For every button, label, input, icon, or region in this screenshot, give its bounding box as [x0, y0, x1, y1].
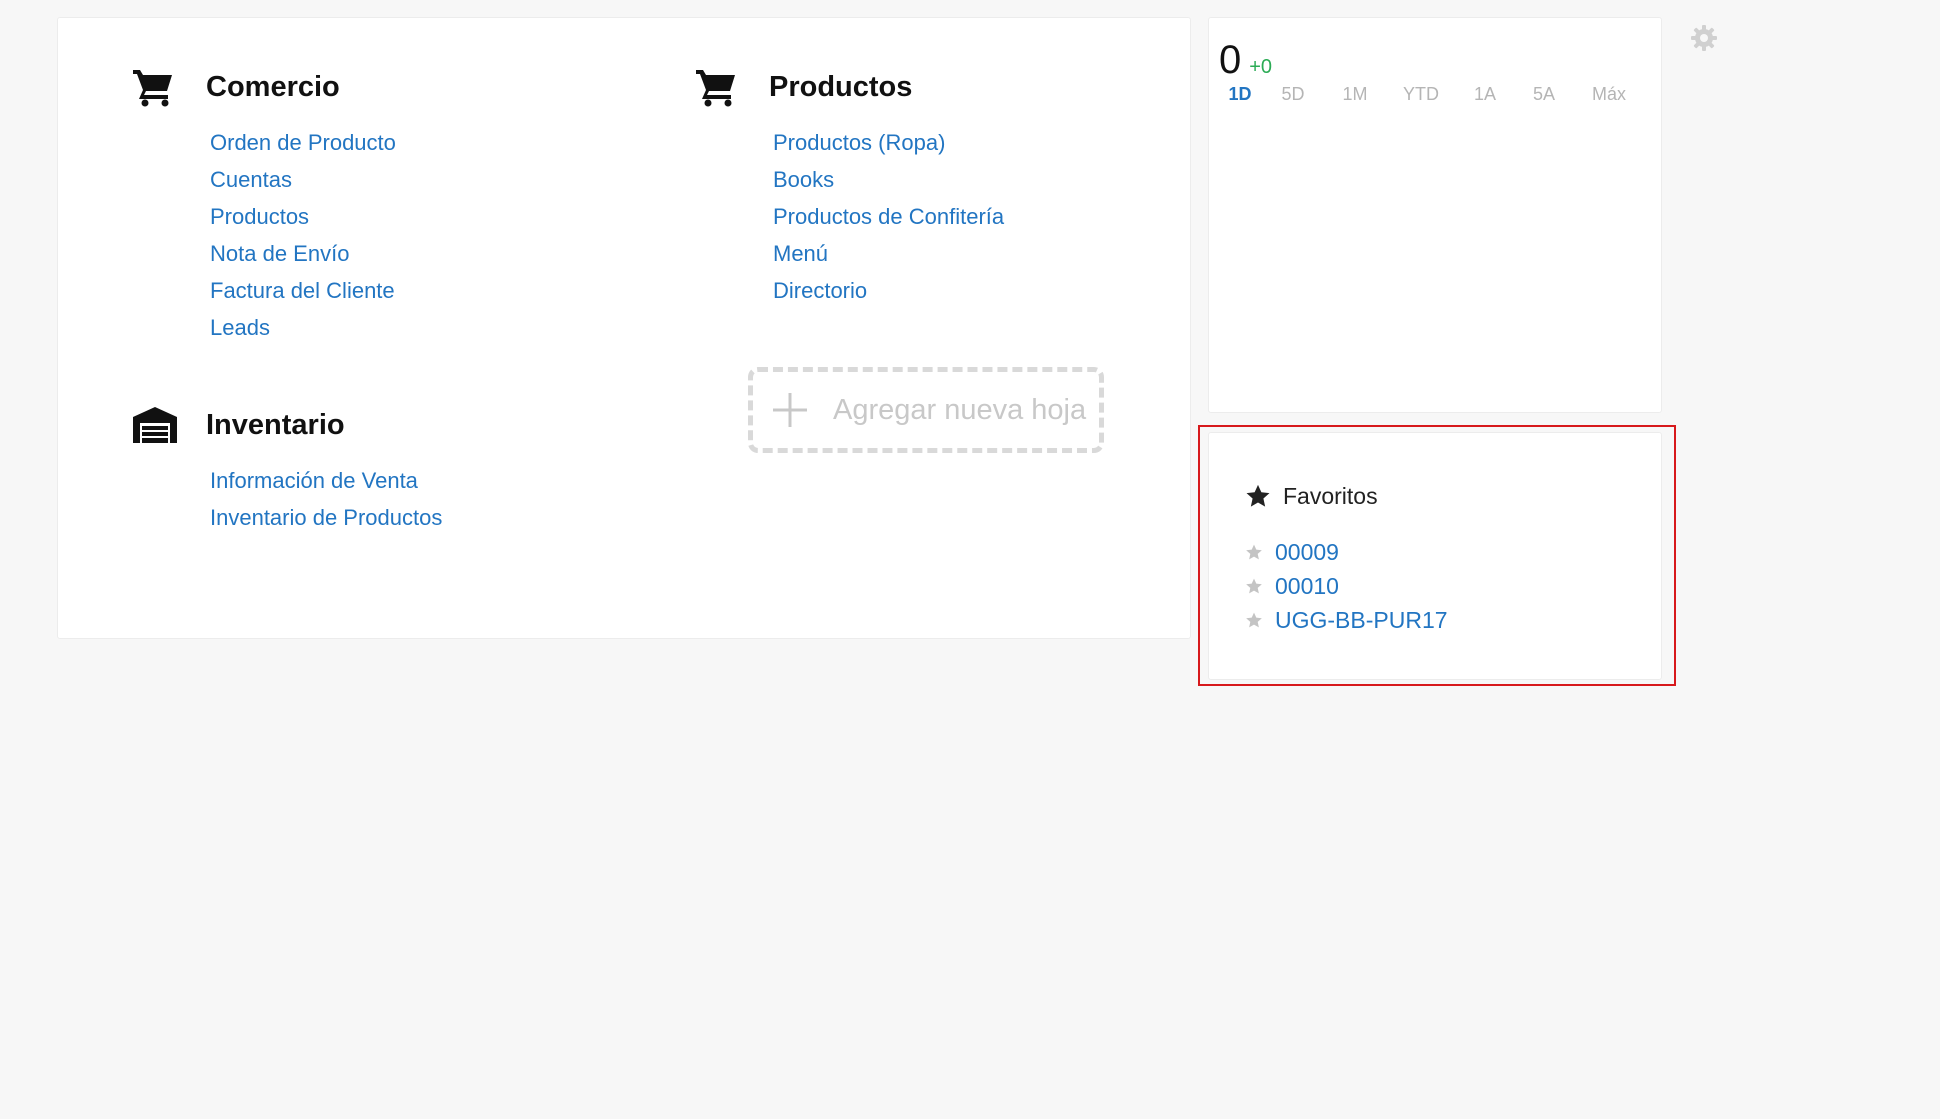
add-sheet-label: Agregar nueva hoja: [833, 393, 1087, 426]
link-informacion-de-venta[interactable]: Información de Venta: [210, 468, 418, 493]
link-list: Orden de Producto Cuentas Productos Nota…: [132, 124, 396, 346]
list-item: 00010: [1245, 569, 1448, 603]
link-productos[interactable]: Productos: [210, 204, 309, 229]
link-leads[interactable]: Leads: [210, 315, 270, 340]
warehouse-icon: [132, 400, 182, 450]
link-menu[interactable]: Menú: [773, 241, 828, 266]
range-tab-1a[interactable]: 1A: [1455, 84, 1515, 105]
link-inventario-de-productos[interactable]: Inventario de Productos: [210, 505, 442, 530]
range-tab-1m[interactable]: 1M: [1323, 84, 1387, 105]
link-books[interactable]: Books: [773, 167, 834, 192]
list-item: Books: [773, 161, 1004, 198]
link-directorio[interactable]: Directorio: [773, 278, 867, 303]
section-header: Inventario: [132, 400, 442, 450]
favorites-widget: Favoritos 00009 00010 UGG-BB-PUR17: [1208, 432, 1662, 680]
star-icon: [1246, 484, 1270, 507]
list-item: Productos (Ropa): [773, 124, 1004, 161]
link-factura-del-cliente[interactable]: Factura del Cliente: [210, 278, 395, 303]
link-list: Información de Venta Inventario de Produ…: [132, 462, 442, 536]
link-nota-de-envio[interactable]: Nota de Envío: [210, 241, 349, 266]
list-item: Directorio: [773, 272, 1004, 309]
range-tab-max[interactable]: Máx: [1573, 84, 1645, 105]
range-tabs: 1D 5D 1M YTD 1A 5A Máx: [1217, 84, 1645, 105]
list-item: Orden de Producto: [210, 124, 396, 161]
list-item: Factura del Cliente: [210, 272, 396, 309]
list-item: Nota de Envío: [210, 235, 396, 272]
link-orden-de-producto[interactable]: Orden de Producto: [210, 130, 396, 155]
list-item: Productos de Confitería: [773, 198, 1004, 235]
favorite-link[interactable]: 00009: [1275, 539, 1339, 566]
favorite-link[interactable]: UGG-BB-PUR17: [1275, 607, 1448, 634]
list-item: Productos: [210, 198, 396, 235]
range-tab-5a[interactable]: 5A: [1515, 84, 1573, 105]
link-productos-de-confiteria[interactable]: Productos de Confitería: [773, 204, 1004, 229]
plus-icon: [773, 393, 807, 427]
stock-widget: 0 +0 1D 5D 1M YTD 1A 5A Máx: [1208, 17, 1662, 413]
section-comercio: Comercio Orden de Producto Cuentas Produ…: [132, 62, 396, 346]
range-tab-1d[interactable]: 1D: [1217, 84, 1263, 105]
range-tab-5d[interactable]: 5D: [1263, 84, 1323, 105]
section-inventario: Inventario Información de Venta Inventar…: [132, 400, 442, 536]
stock-change: +0: [1249, 56, 1273, 78]
list-item: Inventario de Productos: [210, 499, 442, 536]
section-title: Comercio: [206, 70, 340, 103]
section-header: Comercio: [132, 62, 396, 112]
star-icon[interactable]: [1245, 612, 1263, 629]
list-item: Información de Venta: [210, 462, 442, 499]
link-cuentas[interactable]: Cuentas: [210, 167, 292, 192]
add-sheet-button[interactable]: Agregar nueva hoja: [748, 367, 1104, 453]
shopping-cart-icon: [132, 62, 182, 112]
section-title: Inventario: [206, 408, 345, 441]
star-icon[interactable]: [1245, 544, 1263, 561]
gear-icon[interactable]: [1690, 24, 1718, 52]
link-list: Productos (Ropa) Books Productos de Conf…: [695, 124, 1004, 309]
list-item: 00009: [1245, 535, 1448, 569]
range-tab-ytd[interactable]: YTD: [1387, 84, 1455, 105]
list-item: Leads: [210, 309, 396, 346]
workspace-card: Comercio Orden de Producto Cuentas Produ…: [57, 17, 1191, 639]
favorites-header: Favoritos: [1245, 483, 1378, 510]
stock-value-row: 0 +0: [1219, 38, 1272, 83]
star-icon[interactable]: [1245, 578, 1263, 595]
favorite-link[interactable]: 00010: [1275, 573, 1339, 600]
favorites-list: 00009 00010 UGG-BB-PUR17: [1245, 535, 1448, 637]
section-header: Productos: [695, 62, 1004, 112]
list-item: Cuentas: [210, 161, 396, 198]
list-item: Menú: [773, 235, 1004, 272]
favorites-title: Favoritos: [1283, 483, 1378, 509]
link-productos-ropa[interactable]: Productos (Ropa): [773, 130, 945, 155]
section-productos: Productos Productos (Ropa) Books Product…: [695, 62, 1004, 309]
stock-value: 0: [1219, 38, 1242, 82]
shopping-cart-icon: [695, 62, 745, 112]
section-title: Productos: [769, 70, 913, 103]
list-item: UGG-BB-PUR17: [1245, 603, 1448, 637]
